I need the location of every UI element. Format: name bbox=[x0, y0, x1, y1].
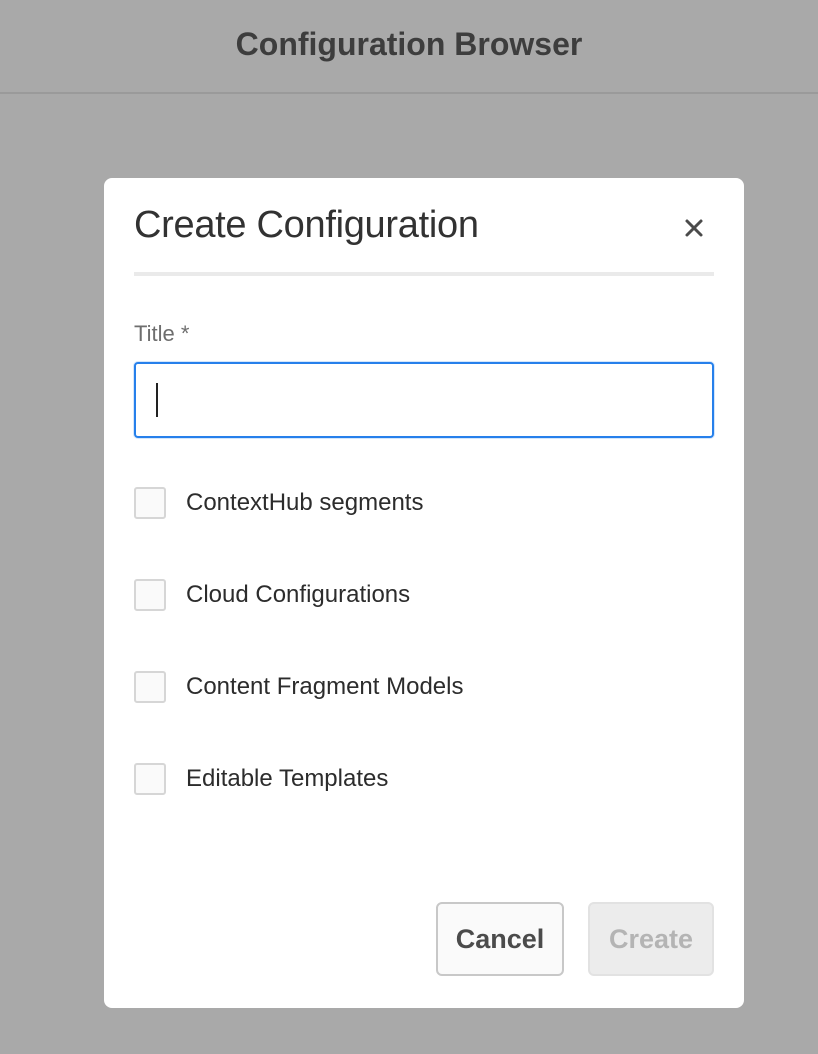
checkbox-label: ContextHub segments bbox=[186, 489, 424, 516]
checkbox-cloud-configurations[interactable]: Cloud Configurations bbox=[134, 577, 410, 613]
dialog-body: Title * ContextHub segments Cloud Config… bbox=[104, 178, 744, 1008]
title-field-label: Title * bbox=[134, 321, 190, 346]
checkbox-box[interactable] bbox=[134, 763, 166, 795]
checkbox-editable-templates[interactable]: Editable Templates bbox=[134, 761, 388, 797]
checkbox-box[interactable] bbox=[134, 671, 166, 703]
checkbox-box[interactable] bbox=[134, 487, 166, 519]
checkbox-label: Editable Templates bbox=[186, 765, 389, 792]
checkbox-label: Cloud Configurations bbox=[186, 581, 411, 608]
checkbox-content-fragment-models[interactable]: Content Fragment Models bbox=[134, 669, 463, 705]
create-button[interactable]: Create bbox=[588, 902, 714, 976]
checkbox-contexthub-segments[interactable]: ContextHub segments bbox=[134, 485, 423, 521]
cancel-button[interactable]: Cancel bbox=[436, 902, 564, 976]
checkbox-label: Content Fragment Models bbox=[186, 673, 464, 700]
page-title: Configuration Browser bbox=[235, 25, 583, 62]
title-input[interactable] bbox=[134, 362, 714, 438]
checkbox-box[interactable] bbox=[134, 579, 166, 611]
app-header: Configuration Browser bbox=[0, 0, 818, 94]
text-caret bbox=[156, 383, 158, 417]
